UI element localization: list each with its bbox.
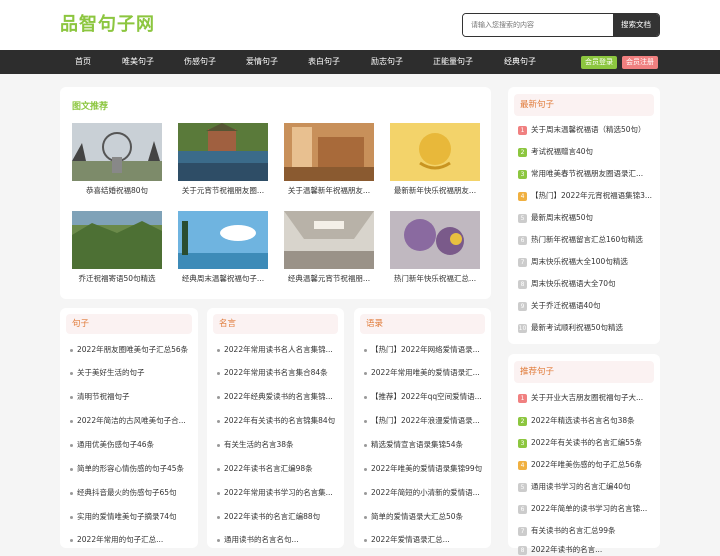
list-item[interactable]: 2022年经典爱读书的名言集锦... <box>217 391 339 403</box>
gallery-image[interactable] <box>178 123 268 181</box>
gallery-card: 图文推荐 恭喜结婚祝福80句 关于元宵节祝福朋友圈... 关于温馨新年祝福朋友.… <box>60 87 491 299</box>
list-item[interactable]: 2022年唯美的爱情语录集锦99句 <box>364 463 486 475</box>
list-item[interactable]: 经典抖音最火的伤感句子65句 <box>70 487 194 499</box>
list-item[interactable]: 【热门】2022年网络爱情语录... <box>364 344 486 356</box>
ranked-item[interactable]: 6 2022年简单的读书学习的名言锦... <box>518 503 656 515</box>
ranked-item[interactable]: 3 2022年有关读书的名言汇编55条 <box>518 437 656 449</box>
list-item[interactable]: 2022年常用的句子汇总... <box>70 534 194 546</box>
list-item[interactable]: 通用读书的名言名句... <box>217 534 339 546</box>
gallery-image[interactable] <box>72 211 162 269</box>
gallery-image[interactable] <box>284 211 374 269</box>
list-item[interactable]: 2022年常用读书名言集合84条 <box>217 367 339 379</box>
nav-classic[interactable]: 经典句子 <box>504 50 536 74</box>
gallery-caption[interactable]: 经典温馨元宵节祝福朋... <box>281 273 377 284</box>
list-item[interactable]: 简单的形容心情伤感的句子45条 <box>70 463 194 475</box>
list-item[interactable]: 实用的爱情唯美句子摘录74句 <box>70 511 194 523</box>
section-title: 语录 <box>360 314 485 334</box>
list-item[interactable]: 2022年朋友圈唯美句子汇总56条 <box>70 344 194 356</box>
list-item[interactable]: 清明节祝福句子 <box>70 391 194 403</box>
gallery-caption[interactable]: 关于温馨新年祝福朋友... <box>281 185 377 196</box>
section-title: 句子 <box>66 314 192 334</box>
register-button[interactable]: 会员注册 <box>622 56 658 69</box>
list-item[interactable]: 2022年读书的名言汇编88句 <box>217 511 339 523</box>
gallery-image[interactable] <box>390 211 480 269</box>
ranked-item[interactable]: 2 考试祝福赠言40句 <box>518 146 656 158</box>
search-button[interactable]: 搜索文档 <box>613 14 659 36</box>
list-item[interactable]: 【热门】2022年浪漫爱情语录... <box>364 415 486 427</box>
ranked-item[interactable]: 4 【热门】2022年元宵祝福语集锦3... <box>518 190 656 202</box>
ranked-item[interactable]: 6 热门新年祝福留言汇总160句精选 <box>518 234 656 246</box>
gallery-caption[interactable]: 热门新年快乐祝福汇总... <box>387 273 483 284</box>
ranked-item[interactable]: 1 关于周末温馨祝福语（精选50句） <box>518 124 656 136</box>
search-input[interactable] <box>463 14 615 36</box>
nav-sad[interactable]: 伤感句子 <box>184 50 216 74</box>
list-item[interactable]: 2022年爱情语录汇总... <box>364 534 486 546</box>
list-item[interactable]: 有关生活的名言38条 <box>217 439 339 451</box>
ranked-item[interactable]: 4 2022年唯美伤感的句子汇总56条 <box>518 459 656 471</box>
ranked-item[interactable]: 5 最新周末祝福50句 <box>518 212 656 224</box>
section-title: 名言 <box>213 314 338 334</box>
ranked-item[interactable]: 7 有关读书的名言汇总99条 <box>518 525 656 537</box>
list-item[interactable]: 通用优美伤感句子46条 <box>70 439 194 451</box>
search-box: 搜索文档 <box>462 13 660 37</box>
nav-inspiring[interactable]: 励志句子 <box>371 50 403 74</box>
gallery-caption[interactable]: 乔迁祝福寄语50句精选 <box>69 273 165 284</box>
gallery-image[interactable] <box>72 123 162 181</box>
list-item[interactable]: 2022年常用读书学习的名言集... <box>217 487 339 499</box>
list-item[interactable]: 简单的爱情语录大汇总50条 <box>364 511 486 523</box>
nav-positive[interactable]: 正能量句子 <box>433 50 473 74</box>
ranked-item[interactable]: 5 通用读书学习的名言汇编40句 <box>518 481 656 493</box>
list-item[interactable]: 2022年读书名言汇编98条 <box>217 463 339 475</box>
list-item[interactable]: 关于美好生活的句子 <box>70 367 194 379</box>
gallery-caption[interactable]: 关于元宵节祝福朋友圈... <box>175 185 271 196</box>
gallery-caption[interactable]: 经典周末温馨祝福句子... <box>175 273 271 284</box>
list-item[interactable]: 2022年有关读书的名言锦集84句 <box>217 415 339 427</box>
recommended-card: 推荐句子 1 关于开业大吉朋友圈祝福句子大... 2 2022年精选读书名言名句38… <box>508 354 660 555</box>
gallery-image[interactable] <box>284 123 374 181</box>
ranked-item[interactable]: 8 周末快乐祝福语大全70句 <box>518 278 656 290</box>
ranked-item[interactable]: 8 2022年读书的名言... <box>518 544 656 556</box>
section-title: 推荐句子 <box>514 361 654 383</box>
gallery-image[interactable] <box>390 123 480 181</box>
header: 品智句子网 搜索文档 <box>0 0 720 50</box>
sentences-card: 句子 2022年朋友圈唯美句子汇总56条 关于美好生活的句子 清明节祝福句子 2… <box>60 308 198 548</box>
list-item[interactable]: 【推荐】2022年qq空间爱情语... <box>364 391 486 403</box>
list-item[interactable]: 2022年简短的小清新的爱情语... <box>364 487 486 499</box>
ranked-item[interactable]: 2 2022年精选读书名言名句38条 <box>518 415 656 427</box>
section-title: 最新句子 <box>514 94 654 116</box>
ranked-item[interactable]: 10 最新考试顺利祝福50句精选 <box>518 322 656 334</box>
login-button[interactable]: 会员登录 <box>581 56 617 69</box>
list-item[interactable]: 精选爱情宣言语录集锦54条 <box>364 439 486 451</box>
quotes-card: 名言 2022年常用读书名人名言集锦... 2022年常用读书名言集合84条 2… <box>207 308 344 548</box>
ranked-item[interactable]: 1 关于开业大吉朋友圈祝福句子大... <box>518 392 656 404</box>
sayings-card: 语录 【热门】2022年网络爱情语录... 2022年常用唯美的爱情语录汇...… <box>354 308 491 548</box>
list-item[interactable]: 2022年常用唯美的爱情语录汇... <box>364 367 486 379</box>
nav-confession[interactable]: 表白句子 <box>308 50 340 74</box>
gallery-caption[interactable]: 恭喜结婚祝福80句 <box>69 185 165 196</box>
latest-card: 最新句子 1 关于周末温馨祝福语（精选50句） 2 考试祝福赠言40句 3 常用唯美春… <box>508 87 660 344</box>
gallery-title: 图文推荐 <box>72 102 109 112</box>
nav-home[interactable]: 首页 <box>75 50 91 74</box>
nav-beautiful[interactable]: 唯美句子 <box>122 50 154 74</box>
nav-love[interactable]: 爱情句子 <box>246 50 278 74</box>
site-logo[interactable]: 品智句子网 <box>60 10 155 36</box>
main-nav: 首页 唯美句子 伤感句子 爱情句子 表白句子 励志句子 正能量句子 经典句子 会… <box>0 50 720 74</box>
gallery-image[interactable] <box>178 211 268 269</box>
ranked-item[interactable]: 3 常用唯美春节祝福朋友圈语录汇... <box>518 168 656 180</box>
list-item[interactable]: 2022年简洁的古风唯美句子合... <box>70 415 194 427</box>
list-item[interactable]: 2022年常用读书名人名言集锦... <box>217 344 339 356</box>
ranked-item[interactable]: 7 周末快乐祝福大全100句精选 <box>518 256 656 268</box>
gallery-caption[interactable]: 最新新年快乐祝福朋友... <box>387 185 483 196</box>
ranked-item[interactable]: 9 关于乔迁祝福语40句 <box>518 300 656 312</box>
